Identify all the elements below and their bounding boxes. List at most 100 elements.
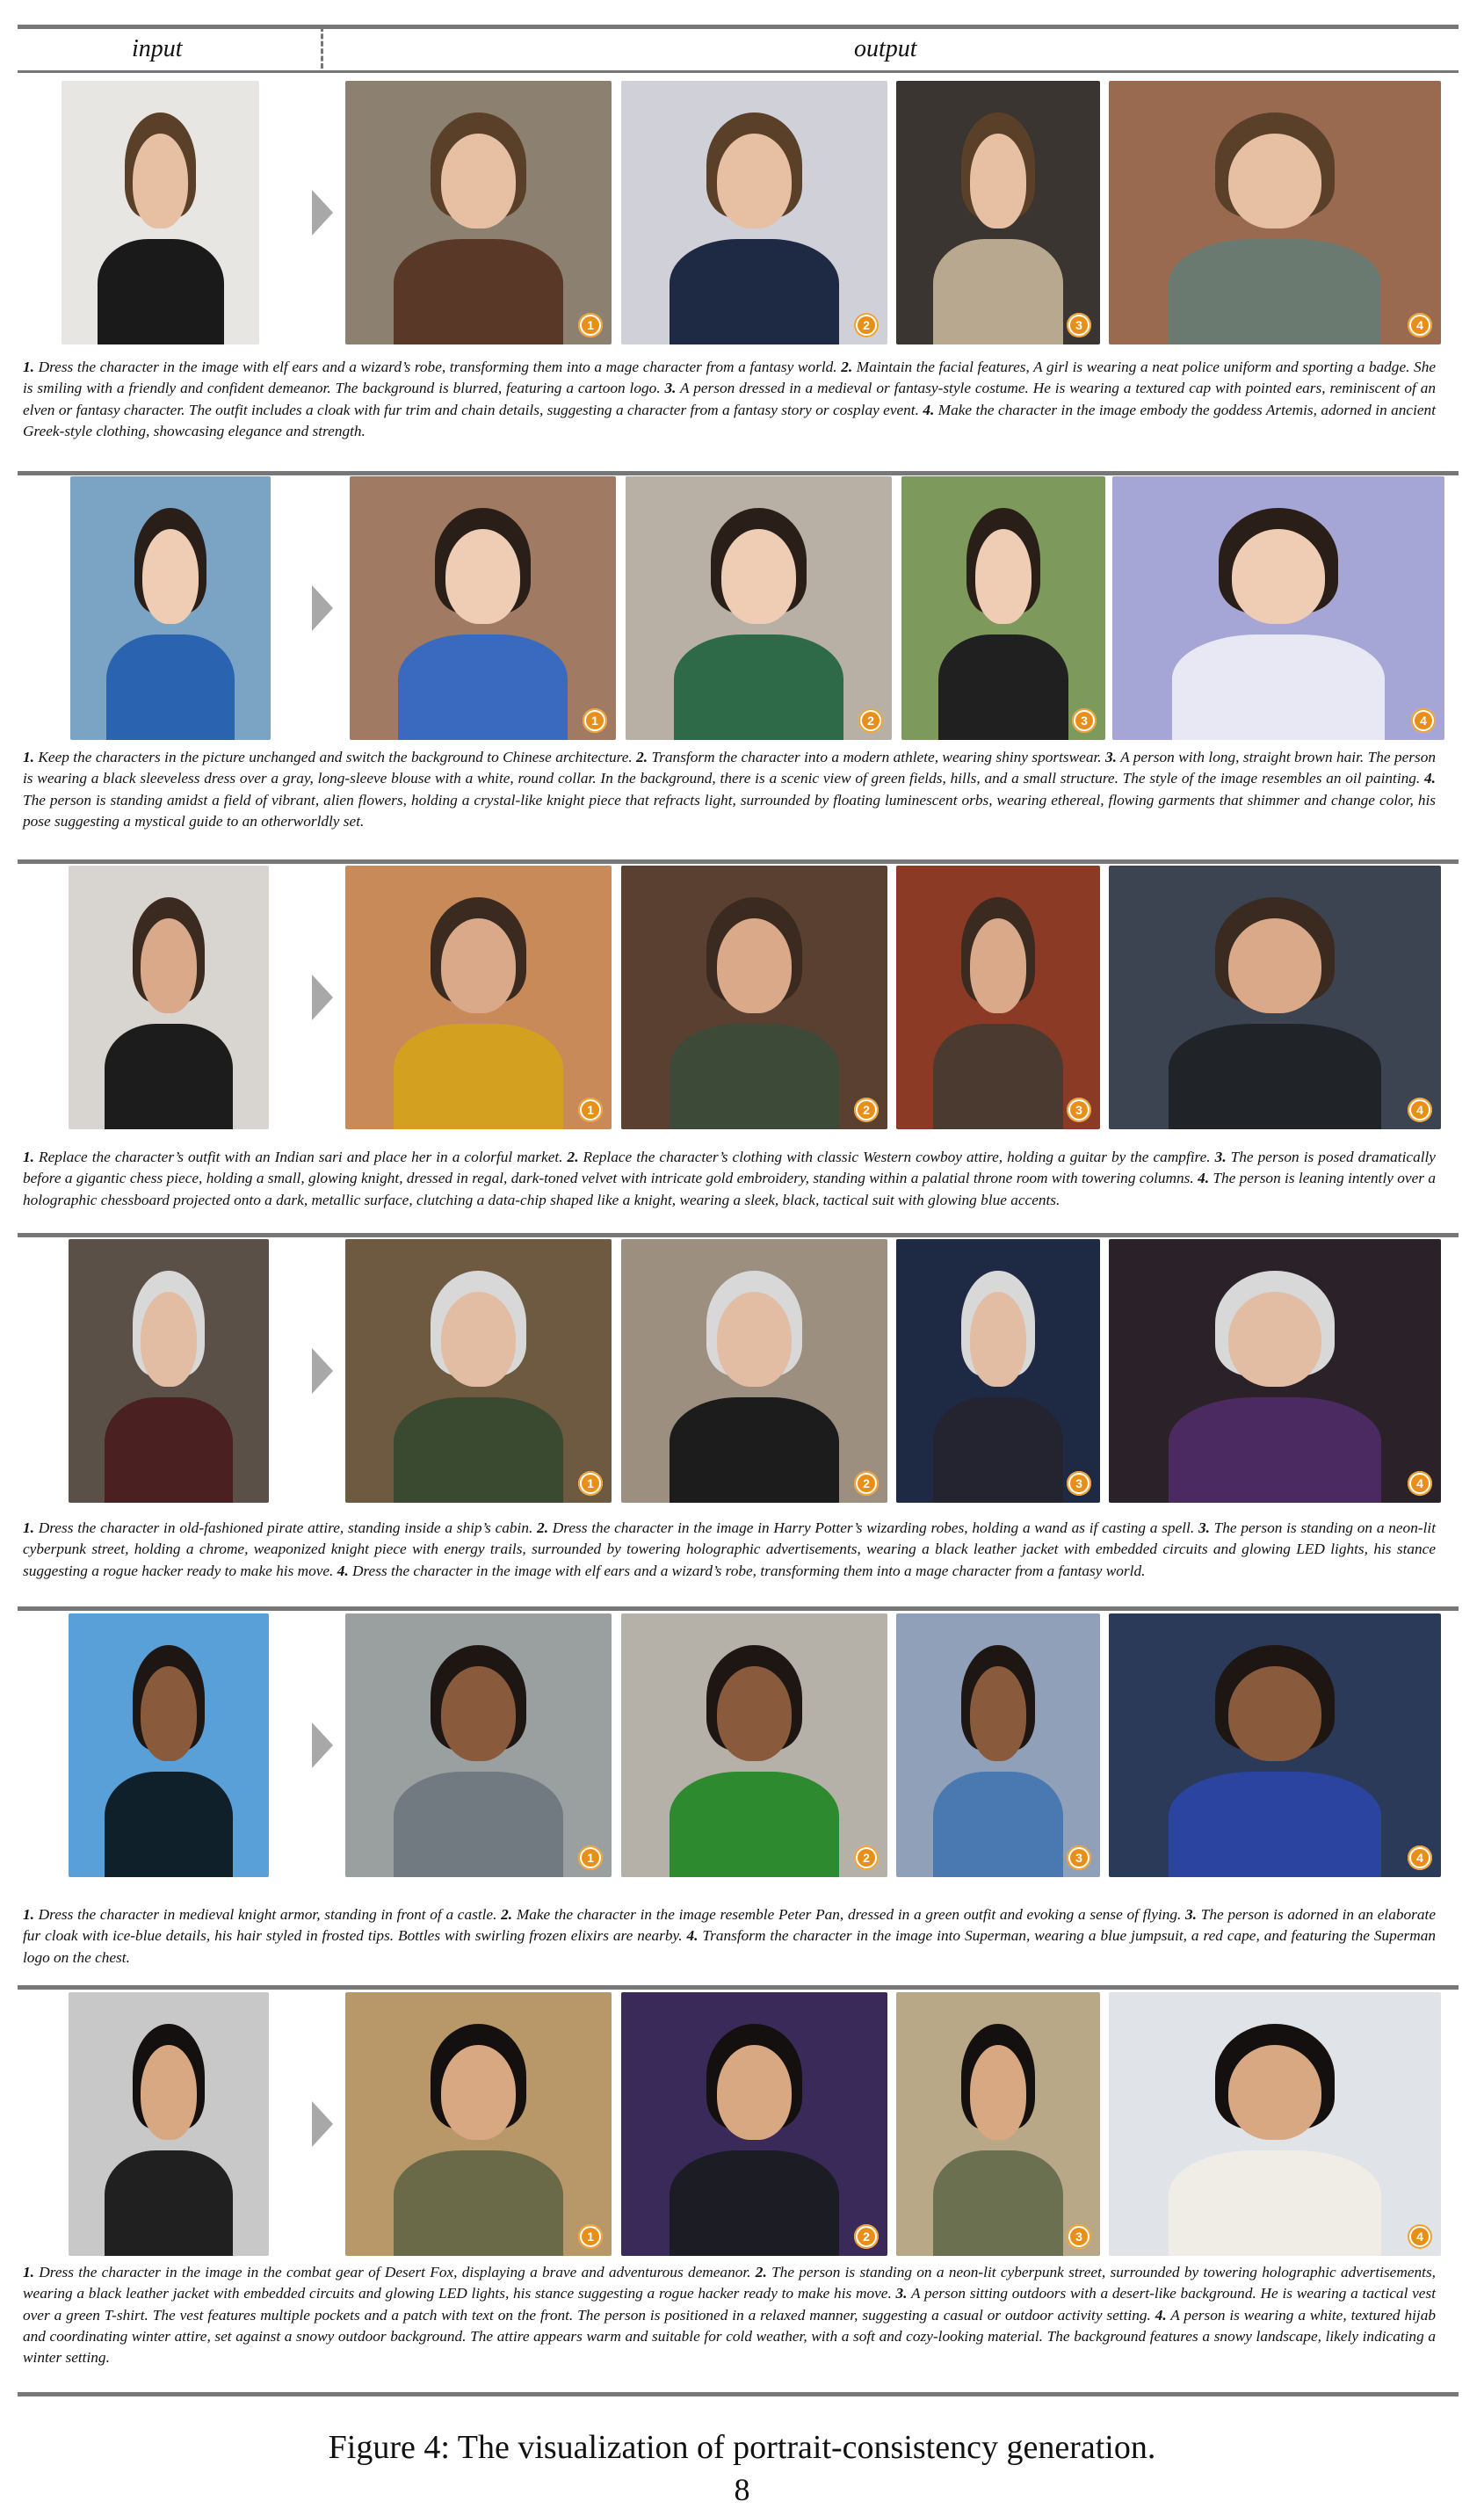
prompt-number: 4.	[337, 1562, 349, 1579]
index-badge: 1	[578, 1098, 603, 1122]
portrait-body	[105, 1772, 233, 1877]
portrait-face	[441, 1292, 516, 1387]
prompt-text: Dress the character in the image with el…	[348, 1562, 1146, 1579]
index-badge-number: 1	[587, 318, 594, 332]
row-caption: 1. Dress the character in the image in t…	[23, 2262, 1436, 2368]
portrait-body	[393, 2150, 564, 2256]
prompt-text: Replace the character’s outfit with an I…	[33, 1149, 568, 1165]
index-badge: 3	[1067, 1098, 1091, 1122]
row-separator	[18, 1233, 1459, 1237]
row-separator	[18, 859, 1459, 864]
output-portrait-4: 4	[1109, 1613, 1441, 1877]
portrait-face	[1228, 2045, 1321, 2140]
prompt-text: Replace the character’s clothing with cl…	[578, 1149, 1215, 1165]
output-portrait-1: 1	[345, 1992, 612, 2256]
row-caption: 1. Replace the character’s outfit with a…	[23, 1147, 1436, 1211]
index-badge-number: 1	[587, 1851, 594, 1865]
prompt-number: 2.	[501, 1906, 513, 1923]
portrait-body	[669, 239, 840, 344]
prompt-number: 2.	[755, 2264, 767, 2280]
portrait-body	[393, 1772, 564, 1877]
output-portrait-2: 2	[621, 866, 887, 1129]
input-portrait	[62, 81, 259, 344]
portrait-body	[932, 1024, 1064, 1129]
output-column-header: output	[854, 35, 917, 62]
index-badge: 4	[1408, 2224, 1432, 2249]
arrow-right-icon	[312, 975, 333, 1020]
prompt-text: Dress the character in old-fashioned pir…	[33, 1519, 538, 1536]
portrait-face	[717, 134, 792, 228]
index-badge-number: 2	[863, 1851, 870, 1865]
index-badge-number: 3	[1081, 714, 1088, 728]
prompt-number: 2.	[636, 749, 648, 765]
prompt-number: 1.	[23, 359, 34, 375]
index-badge: 4	[1408, 313, 1432, 337]
portrait-body	[105, 1397, 233, 1503]
portrait-face	[441, 2045, 516, 2140]
index-badge-number: 3	[1075, 1103, 1082, 1117]
index-badge-number: 2	[863, 318, 870, 332]
index-badge-number: 4	[1420, 714, 1427, 728]
portrait-body	[97, 239, 224, 344]
index-badge-number: 1	[587, 1476, 594, 1490]
output-portrait-3: 3	[896, 866, 1100, 1129]
row-caption: 1. Dress the character in old-fashioned …	[23, 1518, 1436, 1582]
portrait-face	[969, 2045, 1027, 2140]
input-portrait	[69, 1613, 269, 1877]
output-portrait-4: 4	[1109, 81, 1441, 344]
row-caption: 1. Dress the character in the image with…	[23, 357, 1436, 442]
prompt-number: 3.	[895, 2285, 908, 2302]
index-badge: 1	[578, 313, 603, 337]
portrait-face	[141, 1292, 197, 1387]
output-portrait-2: 2	[621, 1239, 887, 1503]
portrait-body	[669, 2150, 840, 2256]
output-portrait-1: 1	[345, 81, 612, 344]
prompt-number: 1.	[23, 749, 34, 765]
prompt-number: 4.	[923, 401, 935, 418]
prompt-text: Transform the character into a modern at…	[648, 749, 1106, 765]
index-badge: 3	[1067, 2224, 1091, 2249]
input-column-header: input	[132, 35, 183, 62]
portrait-body	[106, 634, 235, 740]
prompt-text: Dress the character in the image in Harr…	[548, 1519, 1198, 1536]
top-rule	[18, 25, 1459, 29]
portrait-body	[1169, 239, 1381, 344]
output-portrait-1: 1	[345, 866, 612, 1129]
index-badge: 1	[583, 708, 607, 733]
portrait-body	[932, 1772, 1064, 1877]
index-badge-number: 4	[1416, 1851, 1423, 1865]
prompt-number: 2.	[841, 359, 853, 375]
output-portrait-3: 3	[896, 1613, 1100, 1877]
portrait-face	[969, 1666, 1027, 1761]
portrait-body	[937, 634, 1069, 740]
index-badge-number: 3	[1075, 1476, 1082, 1490]
index-badge-number: 4	[1416, 318, 1423, 332]
index-badge: 2	[854, 1471, 879, 1496]
output-portrait-3: 3	[896, 1992, 1100, 2256]
index-badge: 2	[858, 708, 883, 733]
portrait-face	[1228, 1666, 1321, 1761]
prompt-number: 1.	[23, 2264, 34, 2280]
prompt-number: 3.	[1185, 1906, 1197, 1923]
portrait-face	[141, 918, 197, 1013]
portrait-face	[1232, 529, 1325, 624]
index-badge-number: 2	[867, 714, 874, 728]
index-badge: 2	[854, 1845, 879, 1870]
portrait-body	[669, 1772, 840, 1877]
portrait-face	[133, 134, 188, 228]
output-portrait-3: 3	[901, 476, 1105, 740]
arrow-right-icon	[312, 585, 333, 631]
portrait-body	[1169, 2150, 1381, 2256]
portrait-face	[445, 529, 520, 624]
portrait-face	[441, 1666, 516, 1761]
portrait-face	[717, 918, 792, 1013]
portrait-body	[105, 1024, 233, 1129]
header-divider	[321, 26, 323, 69]
page-number: 8	[734, 2472, 750, 2507]
output-portrait-2: 2	[621, 1613, 887, 1877]
output-portrait-1: 1	[350, 476, 616, 740]
index-badge: 4	[1408, 1098, 1432, 1122]
portrait-face	[1228, 134, 1321, 228]
portrait-face	[1228, 918, 1321, 1013]
prompt-text: Keep the characters in the picture uncha…	[33, 749, 637, 765]
